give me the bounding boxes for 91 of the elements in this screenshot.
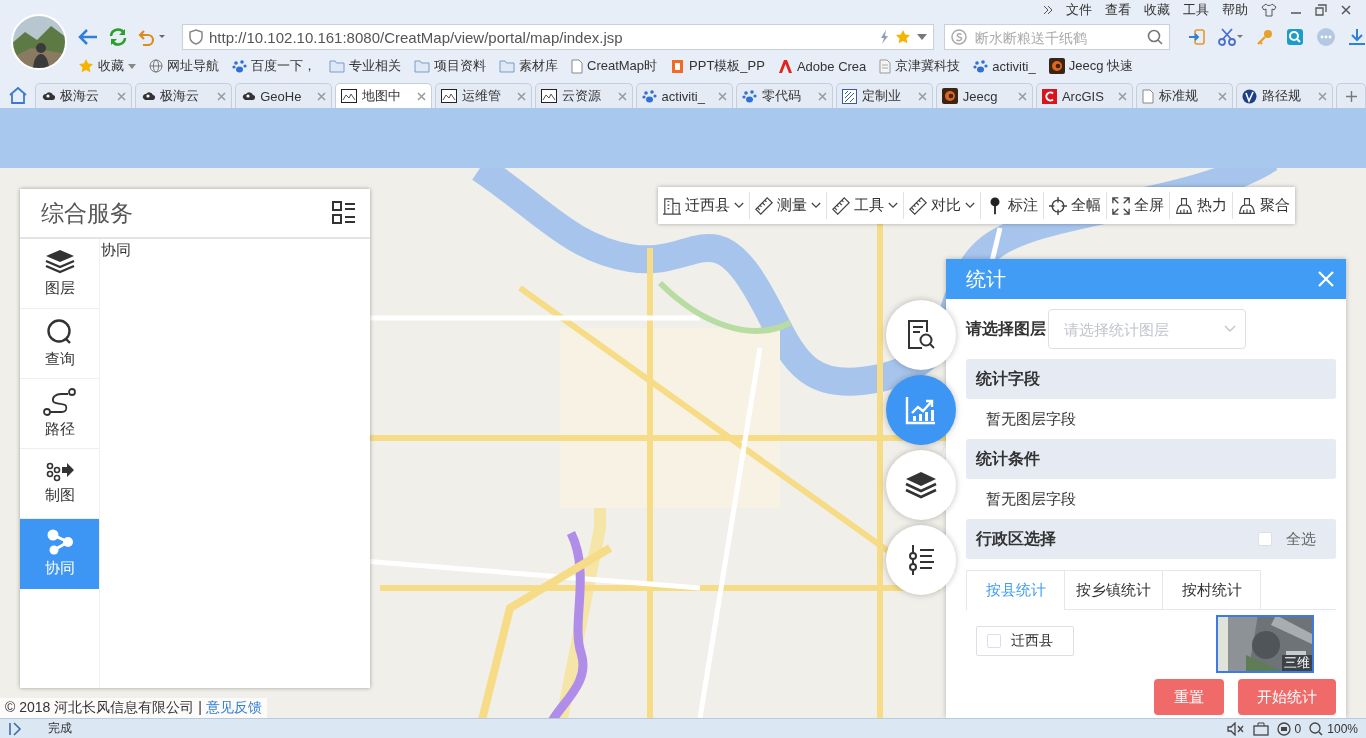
paw-icon (641, 88, 657, 104)
folder-icon (414, 59, 430, 73)
chevrons-icon[interactable] (1043, 5, 1053, 15)
search-icon[interactable] (1147, 29, 1163, 45)
browser-tab[interactable]: 极海云 (35, 83, 133, 108)
scissors-icon[interactable] (1218, 28, 1244, 46)
menu-item[interactable]: 查看 (1105, 1, 1131, 19)
browser-tab[interactable]: 地图中 (335, 83, 433, 108)
slide-icon (670, 58, 686, 74)
logo-icon (1041, 88, 1057, 104)
paw-icon (973, 58, 989, 74)
shirt-icon[interactable] (1261, 3, 1277, 17)
bookmark[interactable]: 京津冀科技 (879, 57, 961, 75)
undo-icon[interactable] (138, 28, 166, 46)
browser-tab[interactable]: 极海云 (135, 83, 233, 108)
address-bar[interactable]: http://10.102.10.161:8080/CreatMap/view/portal/map/index.jsp (182, 24, 934, 50)
bookmark[interactable]: 百度一下， (232, 57, 316, 75)
logo-icon (1048, 58, 1065, 74)
folder-icon (499, 59, 515, 73)
page-icon (571, 58, 583, 74)
cloud-logo-icon (141, 89, 156, 103)
bookmark[interactable]: CreatMap时 (571, 57, 658, 75)
browser-tab[interactable]: 标准规 (1136, 83, 1234, 108)
caret-icon (128, 63, 136, 69)
status-text: 完成 (48, 720, 72, 737)
close-icon[interactable] (417, 91, 427, 101)
page-icon (879, 58, 892, 74)
cloud-logo-icon (241, 89, 256, 103)
caret-icon[interactable] (917, 34, 927, 40)
bookmark[interactable]: 收藏 (78, 57, 136, 75)
address-field[interactable]: http://10.102.10.161:8080/CreatMap/view/portal/map/index.jsp (209, 28, 873, 46)
globe-icon (149, 59, 163, 73)
menu-item[interactable]: 工具 (1183, 1, 1209, 19)
zoom-level[interactable]: 100% (1309, 721, 1358, 736)
map-icon (541, 89, 558, 103)
refresh-icon[interactable] (108, 27, 128, 47)
bookmark[interactable]: 项目资料 (414, 57, 486, 75)
star-icon (78, 58, 94, 74)
logo-icon (941, 88, 958, 104)
plus-icon (1345, 90, 1357, 102)
browser-tab[interactable]: 运维管 (435, 83, 533, 108)
bookmark[interactable]: Jeecg 快速 (1048, 57, 1133, 75)
logo-icon (1242, 88, 1258, 104)
cloud-logo-icon (41, 89, 55, 103)
logo-icon (777, 58, 793, 74)
browser-tab[interactable]: activiti_ (635, 83, 733, 108)
bookmark[interactable]: 素材库 (499, 57, 558, 75)
logo-icon (951, 29, 967, 45)
bookmark[interactable]: activiti_ (973, 58, 1036, 74)
close-icon[interactable] (1340, 4, 1352, 16)
more-icon[interactable] (1316, 27, 1336, 47)
new-tab-button[interactable] (1336, 83, 1366, 108)
menu-item[interactable]: 帮助 (1222, 1, 1248, 19)
browser-tab[interactable]: Jeecg (935, 83, 1033, 108)
map-icon (441, 89, 458, 103)
back-icon[interactable] (78, 28, 98, 46)
bookmark[interactable]: 网址导航 (149, 57, 219, 75)
key-icon[interactable] (1256, 28, 1274, 46)
login-icon[interactable] (1188, 28, 1206, 46)
zoom-icon (1309, 721, 1324, 736)
device-icon[interactable] (1252, 721, 1269, 736)
mute-icon[interactable] (1226, 721, 1245, 736)
search-bar[interactable]: 断水断粮送千纸鹤 (944, 24, 1170, 50)
search-field[interactable]: 断水断粮送千纸鹤 (975, 28, 1139, 46)
shield-count[interactable]: 0 (1276, 721, 1302, 736)
page-icon (1142, 88, 1155, 104)
download-icon[interactable] (1348, 28, 1366, 46)
map-icon (341, 89, 358, 103)
paw-icon (232, 58, 247, 74)
bookmark-star-icon[interactable] (895, 29, 911, 45)
avatar (11, 14, 67, 70)
browser-tab[interactable]: 云资源 (535, 83, 633, 108)
grid-icon (841, 88, 857, 104)
lightning-icon[interactable] (879, 29, 889, 45)
shield-icon (189, 29, 203, 45)
magnifier-icon[interactable] (1286, 28, 1304, 46)
folder-icon (329, 59, 345, 73)
shield-icon (1276, 721, 1291, 736)
browser-tab[interactable]: 零代码 (735, 83, 833, 108)
bookmark[interactable]: PPT模板_PP (670, 57, 765, 75)
menu-item[interactable]: 收藏 (1144, 1, 1170, 19)
paw-icon (741, 88, 757, 104)
browser-tab[interactable]: GeoHe (235, 83, 333, 108)
menu-item[interactable]: 文件 (1066, 1, 1092, 19)
browser-tab[interactable]: 定制业 (835, 83, 933, 108)
restore-icon[interactable] (1315, 4, 1327, 16)
home-icon[interactable] (8, 86, 28, 104)
bookmark[interactable]: 专业相关 (329, 57, 401, 75)
bookmark[interactable]: Adobe Crea (777, 58, 867, 74)
browser-tab[interactable]: 路径规 (1236, 83, 1334, 108)
browser-tab[interactable]: ArcGIS (1035, 83, 1134, 108)
